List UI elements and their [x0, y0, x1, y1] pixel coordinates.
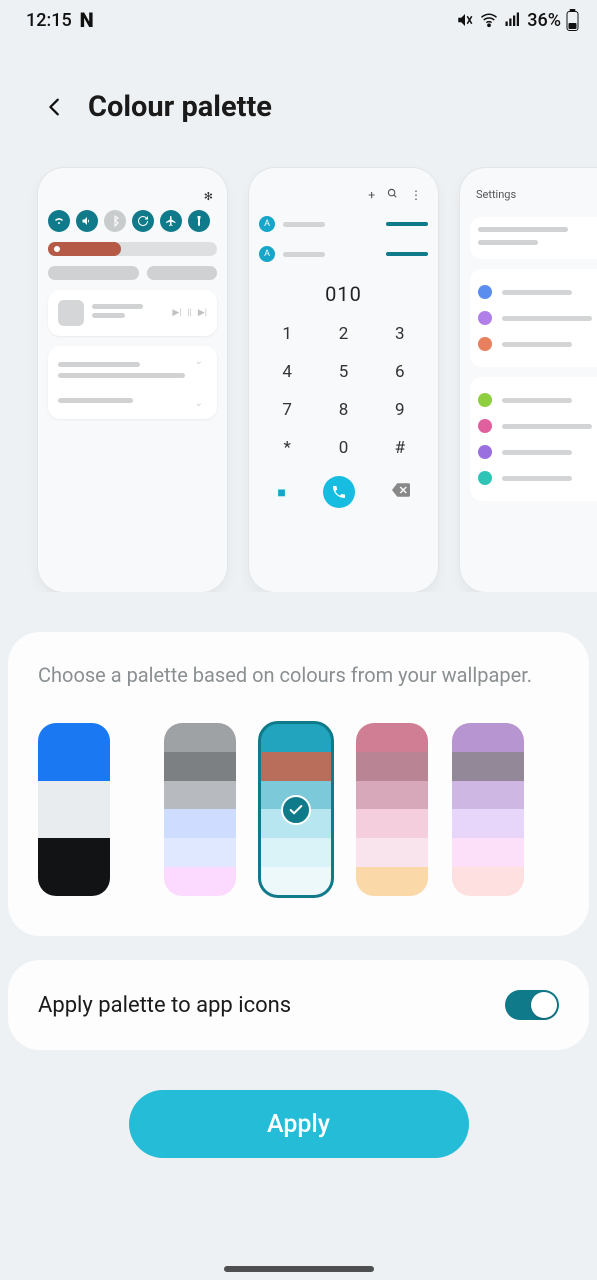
key-*: *	[259, 438, 315, 458]
dialed-number: 010	[259, 282, 428, 306]
palette-swatch-1[interactable]	[164, 723, 236, 896]
back-icon[interactable]	[44, 96, 66, 118]
gear-icon: ✻	[204, 190, 213, 203]
avatar: A	[259, 246, 275, 262]
airplane-toggle-icon	[160, 210, 182, 232]
battery-icon	[566, 9, 579, 31]
palette-swatch-3[interactable]	[356, 723, 428, 896]
app-icons-toggle[interactable]	[505, 990, 559, 1020]
apply-button[interactable]: Apply	[129, 1090, 469, 1158]
preview-row: ✻ ▶|||▶| ⌄ ⌄ +	[0, 148, 597, 592]
toggle-label: Apply palette to app icons	[38, 993, 291, 1018]
palette-description: Choose a palette based on colours from y…	[38, 662, 559, 689]
plus-icon: +	[368, 188, 375, 202]
key-2: 2	[315, 324, 371, 344]
status-bar: 12:15 N 36%	[0, 0, 597, 36]
more-icon: ⋮	[410, 188, 422, 202]
brightness-slider	[48, 242, 217, 256]
key-6: 6	[372, 362, 428, 382]
key-7: 7	[259, 400, 315, 420]
list-card: ⌄ ⌄	[48, 346, 217, 419]
mute-icon	[456, 11, 474, 29]
video-call-icon: ■	[277, 484, 285, 501]
backspace-icon	[392, 483, 410, 501]
check-icon	[281, 795, 311, 825]
netflix-icon: N	[80, 8, 94, 32]
sound-toggle-icon	[76, 210, 98, 232]
key-3: 3	[372, 324, 428, 344]
signal-icon	[504, 11, 522, 29]
avatar: A	[259, 216, 275, 232]
swatch-row	[38, 723, 559, 896]
preview-settings[interactable]: Settings	[460, 168, 597, 592]
call-button	[323, 476, 355, 508]
key-8: 8	[315, 400, 371, 420]
preview-dialer[interactable]: + ⋮ A A 010 123 456 789 *0# ■	[249, 168, 438, 592]
app-icons-toggle-card: Apply palette to app icons	[8, 960, 589, 1050]
key-#: #	[372, 438, 428, 458]
palette-swatch-4[interactable]	[452, 723, 524, 896]
bluetooth-toggle-icon	[104, 210, 126, 232]
palette-swatch-2[interactable]	[260, 723, 332, 896]
key-0: 0	[315, 438, 371, 458]
rotate-toggle-icon	[132, 210, 154, 232]
wifi-toggle-icon	[48, 210, 70, 232]
key-1: 1	[259, 324, 315, 344]
page-title: Colour palette	[88, 90, 272, 124]
preview-quick-settings[interactable]: ✻ ▶|||▶| ⌄ ⌄	[38, 168, 227, 592]
keypad: 123 456 789 *0#	[259, 324, 428, 458]
wifi-icon	[479, 11, 499, 29]
palette-swatch-0[interactable]	[38, 723, 110, 896]
search-icon	[387, 188, 398, 202]
settings-title: Settings	[470, 182, 597, 217]
key-5: 5	[315, 362, 371, 382]
status-time: 12:15	[26, 10, 72, 31]
header: Colour palette	[0, 36, 597, 148]
flashlight-toggle-icon	[188, 210, 210, 232]
key-4: 4	[259, 362, 315, 382]
key-9: 9	[372, 400, 428, 420]
nav-handle[interactable]	[224, 1266, 374, 1272]
palette-card: Choose a palette based on colours from y…	[8, 632, 589, 936]
battery-percent: 36%	[527, 10, 561, 31]
media-card: ▶|||▶|	[48, 290, 217, 336]
